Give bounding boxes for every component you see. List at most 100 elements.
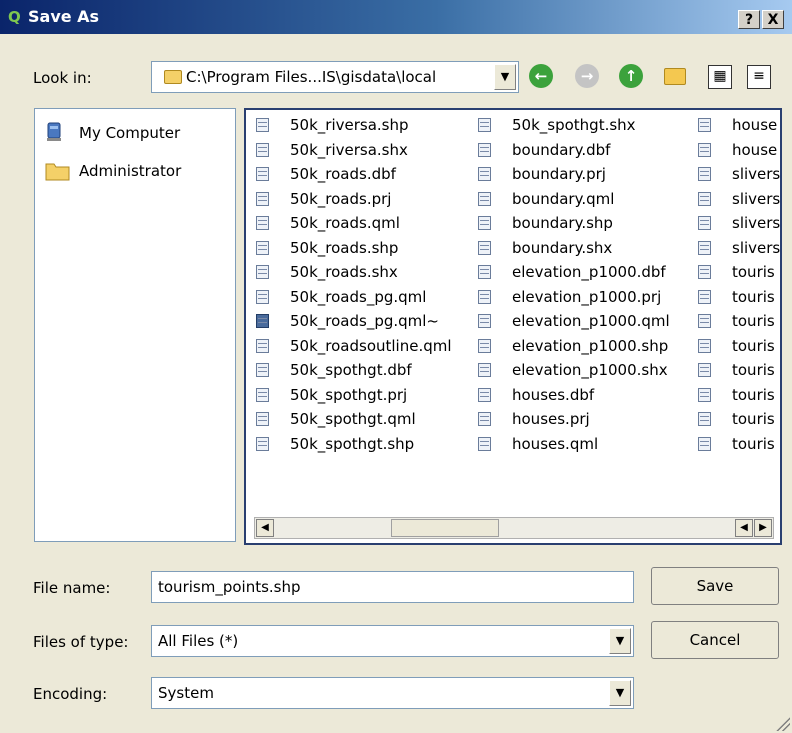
file-icon xyxy=(478,338,491,353)
file-icon xyxy=(698,240,711,255)
file-name: 50k_spothgt.shp xyxy=(290,434,415,453)
horizontal-scrollbar[interactable]: ◀ ◀ ▶ xyxy=(254,517,774,539)
file-name: touris xyxy=(732,434,775,453)
file-icon xyxy=(698,412,711,426)
file-name-field[interactable]: tourism_points.shp xyxy=(151,571,634,603)
file-name: touris xyxy=(732,336,775,355)
detail-view-icon[interactable]: ≡ xyxy=(747,65,771,89)
file-icon xyxy=(256,289,269,304)
new-folder-icon[interactable] xyxy=(664,68,686,85)
file-name: 50k_roads.qml xyxy=(290,214,400,232)
file-icon xyxy=(256,412,269,426)
file-name: houses.prj xyxy=(512,410,590,428)
file-icon xyxy=(256,216,269,230)
title-bar[interactable]: Q Save As ? X xyxy=(0,0,792,34)
file-name: boundary.shx xyxy=(512,238,613,257)
file-icon xyxy=(256,436,269,451)
file-name: 50k_roadsoutline.qml xyxy=(290,336,452,355)
file-name: slivers xyxy=(732,214,781,232)
look-in-dropdown-arrow[interactable]: ▼ xyxy=(494,64,516,90)
file-icon xyxy=(698,142,711,157)
file-icon xyxy=(698,265,711,279)
file-name: touris xyxy=(732,287,775,306)
file-name: 50k_roads_pg.qml xyxy=(290,287,427,306)
file-name: slivers xyxy=(732,189,781,208)
sidebar-item-label: Administrator xyxy=(79,162,182,180)
file-icon xyxy=(698,338,711,353)
file-icon xyxy=(698,118,711,132)
file-name-value: tourism_points.shp xyxy=(158,578,301,596)
file-name: boundary.shp xyxy=(512,214,613,232)
cancel-button[interactable]: Cancel xyxy=(651,621,779,659)
file-name: elevation_p1000.shx xyxy=(512,361,668,379)
file-name: elevation_p1000.prj xyxy=(512,287,662,306)
file-icon xyxy=(256,142,269,157)
back-arrow-icon[interactable]: ← xyxy=(529,64,553,88)
file-icon xyxy=(256,314,269,328)
parent-folder-icon[interactable]: ↑ xyxy=(619,64,643,88)
file-name: boundary.dbf xyxy=(512,140,611,159)
save-button[interactable]: Save xyxy=(651,567,779,605)
file-list[interactable]: 50k_riversa.shp 50k_riversa.shx 50k_roads.… xyxy=(244,108,782,545)
file-icon xyxy=(478,289,491,304)
file-icon xyxy=(478,412,491,426)
list-view-icon[interactable]: ▦ xyxy=(708,65,732,89)
file-name: boundary.prj xyxy=(512,165,606,183)
files-of-type-label: Files of type: xyxy=(33,633,129,651)
folder-icon xyxy=(164,70,182,84)
file-name: 50k_riversa.shx xyxy=(290,140,408,159)
scroll-right-button[interactable]: ▶ xyxy=(754,519,772,537)
close-button[interactable]: X xyxy=(762,10,784,29)
scroll-left-button-2[interactable]: ◀ xyxy=(735,519,753,537)
forward-arrow-icon[interactable]: → xyxy=(575,64,599,88)
folder-icon xyxy=(45,159,70,181)
file-icon xyxy=(478,191,491,206)
file-name: slivers xyxy=(732,165,781,183)
file-icon xyxy=(478,167,491,181)
look-in-combo[interactable]: C:\Program Files...IS\gisdata\local ▼ xyxy=(151,61,519,93)
file-icon xyxy=(698,363,711,377)
file-name: 50k_riversa.shp xyxy=(290,116,409,134)
file-name: elevation_p1000.shp xyxy=(512,336,669,355)
file-name: slivers xyxy=(732,238,781,257)
file-icon xyxy=(698,167,711,181)
scroll-thumb[interactable] xyxy=(391,519,499,537)
file-name: touris xyxy=(732,312,775,330)
help-button[interactable]: ? xyxy=(738,10,760,29)
file-icon xyxy=(478,387,491,402)
file-icon xyxy=(698,216,711,230)
file-icon xyxy=(478,314,491,328)
encoding-combo[interactable]: System ▼ xyxy=(151,677,634,709)
file-name: touris xyxy=(732,410,775,428)
places-sidebar: My Computer Administrator xyxy=(34,108,236,542)
file-icon xyxy=(478,436,491,451)
file-icon xyxy=(478,240,491,255)
file-name: touris xyxy=(732,263,775,281)
file-name: elevation_p1000.qml xyxy=(512,312,670,330)
file-name: elevation_p1000.dbf xyxy=(512,263,666,281)
scroll-left-button[interactable]: ◀ xyxy=(256,519,274,537)
file-icon xyxy=(256,118,269,132)
file-name: 50k_spothgt.dbf xyxy=(290,361,412,379)
file-name: touris xyxy=(732,385,775,404)
file-icon xyxy=(478,216,491,230)
window-title: Save As xyxy=(28,7,100,26)
file-icon xyxy=(256,338,269,353)
file-icon xyxy=(478,142,491,157)
file-name-label: File name: xyxy=(33,579,111,597)
file-icon xyxy=(478,363,491,377)
encoding-label: Encoding: xyxy=(33,685,108,703)
look-in-label: Look in: xyxy=(33,69,92,87)
files-of-type-combo[interactable]: All Files (*) ▼ xyxy=(151,625,634,657)
file-name: 50k_roads.shx xyxy=(290,263,398,281)
file-icon xyxy=(698,436,711,451)
file-icon xyxy=(698,387,711,402)
file-name: house xyxy=(732,140,778,159)
file-name: 50k_roads_pg.qml~ xyxy=(290,312,439,330)
encoding-dropdown-arrow[interactable]: ▼ xyxy=(609,680,631,706)
file-name: touris xyxy=(732,361,775,379)
computer-icon xyxy=(45,121,67,143)
resize-grip[interactable] xyxy=(776,717,790,731)
files-of-type-dropdown-arrow[interactable]: ▼ xyxy=(609,628,631,654)
file-name: 50k_roads.dbf xyxy=(290,165,396,183)
